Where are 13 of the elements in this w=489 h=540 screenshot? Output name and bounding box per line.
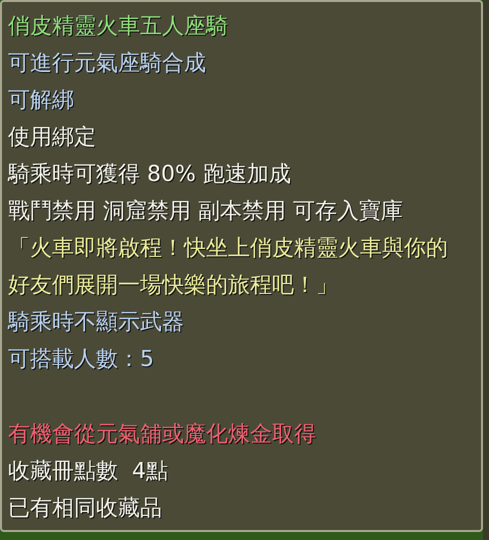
item-property: 可解綁	[8, 87, 74, 115]
item-property: 已有相同收藏品	[8, 495, 162, 523]
item-property: 騎乘時可獲得 80% 跑速加成	[8, 161, 291, 189]
item-property: 可搭載人數：5	[8, 346, 154, 374]
item-source: 有機會從元氣舖或魔化煉金取得	[8, 421, 316, 449]
item-property: 可進行元氣座騎合成	[8, 50, 206, 78]
item-property: 使用綁定	[8, 124, 96, 152]
item-title: 俏皮精靈火車五人座騎	[8, 13, 228, 41]
item-description: 好友們展開一場快樂的旅程吧！」	[8, 272, 338, 300]
item-property: 戰鬥禁用 洞窟禁用 副本禁用 可存入寶庫	[8, 198, 403, 226]
item-property: 騎乘時不顯示武器	[8, 309, 184, 337]
item-description: 「火車即將啟程！快坐上俏皮精靈火車與你的	[8, 235, 448, 263]
item-property: 收藏冊點數 4點	[8, 458, 168, 486]
